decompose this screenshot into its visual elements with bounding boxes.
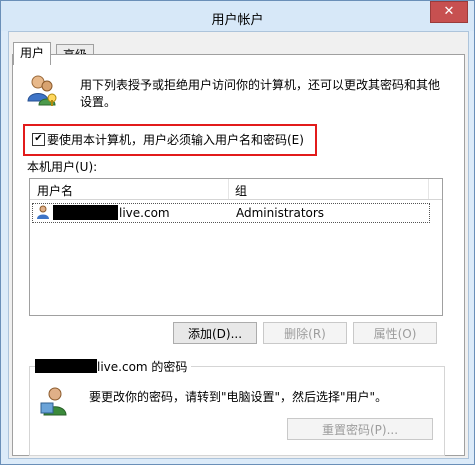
users-list[interactable]: 用户名 组 live.com Administrators: [29, 178, 443, 316]
password-group: [29, 366, 445, 456]
add-button[interactable]: 添加(D)...: [173, 322, 257, 344]
user-icon: [40, 387, 67, 416]
column-username[interactable]: 用户名: [37, 182, 73, 199]
list-header: 用户名 组: [30, 179, 442, 200]
table-row[interactable]: live.com Administrators: [32, 203, 430, 223]
users-icon: [27, 75, 57, 106]
properties-button[interactable]: 属性(O): [353, 322, 437, 344]
password-group-title-text: live.com 的密码: [97, 360, 188, 374]
require-login-checkbox[interactable]: ✔: [32, 133, 45, 146]
password-group-title: live.com 的密码: [35, 358, 192, 375]
description-text: 用下列表授予或拒绝用户访问你的计算机，还可以更改其密码和其他设置。: [80, 78, 441, 109]
column-divider[interactable]: [228, 179, 229, 199]
redacted-username: [53, 205, 118, 220]
column-divider[interactable]: [428, 179, 429, 199]
password-instruction: 要更改你的密码，请转到"电脑设置"，然后选择"用户"。: [89, 390, 388, 404]
title-bar[interactable]: 用户帐户 ✕: [1, 1, 474, 31]
dialog-client-area: 用户 高级 用下列表授予或拒绝用户访问你的计算机，还可以更改其密码和其他设置。 …: [8, 31, 469, 459]
column-group[interactable]: 组: [235, 182, 247, 199]
window-title: 用户帐户: [211, 13, 264, 28]
require-login-row[interactable]: ✔ 要使用本计算机，用户必须输入用户名和密码(E): [23, 124, 317, 156]
user-icon: [37, 205, 49, 219]
close-button[interactable]: ✕: [430, 1, 468, 23]
username-suffix: live.com: [119, 206, 170, 220]
group-cell: Administrators: [236, 206, 325, 220]
remove-button[interactable]: 删除(R): [263, 322, 347, 344]
user-accounts-window: 用户帐户 ✕ 用户 高级 用下列表授予或拒绝用户访问你的计算机，还可以更改其密码…: [0, 0, 475, 465]
tab-users[interactable]: 用户: [13, 42, 52, 65]
local-users-label: 本机用户(U):: [27, 160, 98, 174]
redacted-account-name: [35, 359, 97, 373]
require-login-label: 要使用本计算机，用户必须输入用户名和密码(E): [47, 133, 304, 147]
reset-password-button[interactable]: 重置密码(P)...: [287, 418, 433, 440]
